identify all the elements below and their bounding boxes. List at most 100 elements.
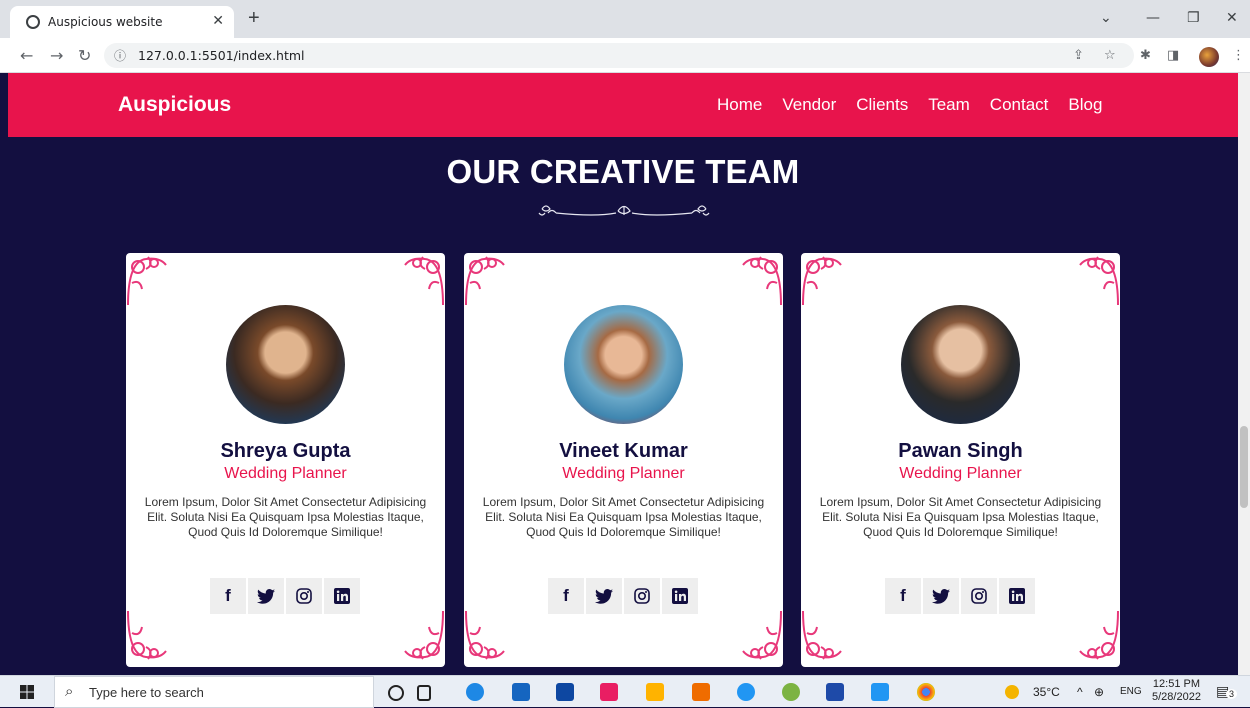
nav-contact[interactable]: Contact — [990, 95, 1049, 115]
url-text[interactable]: 127.0.0.1:5501/index.html — [138, 48, 305, 63]
nav-clients[interactable]: Clients — [856, 95, 908, 115]
share-icon[interactable]: ⇪ — [1073, 48, 1084, 63]
team-card: Shreya Gupta Wedding Planner Lorem Ipsum… — [126, 253, 445, 667]
telegram-icon[interactable] — [737, 683, 755, 701]
cortana-icon[interactable] — [388, 685, 404, 701]
search-placeholder: Type here to search — [89, 685, 204, 700]
linkedin-icon[interactable] — [999, 578, 1035, 614]
instagram-icon[interactable] — [624, 578, 660, 614]
sublime-icon[interactable] — [692, 683, 710, 701]
corner-ornament-icon — [465, 610, 505, 660]
facebook-icon[interactable]: f — [548, 578, 584, 614]
member-description: Lorem Ipsum, Dolor Sit Amet Consectetur … — [819, 495, 1102, 539]
store-icon[interactable] — [512, 683, 530, 701]
facebook-icon[interactable]: f — [210, 578, 246, 614]
twitter-icon[interactable] — [586, 578, 622, 614]
instagram-icon[interactable] — [286, 578, 322, 614]
info-icon[interactable]: ⓘ — [114, 47, 126, 64]
clock-time: 12:51 PM — [1152, 678, 1201, 690]
corner-ornament-icon — [742, 256, 782, 306]
globe-icon — [26, 15, 40, 29]
floral-divider-icon — [538, 205, 710, 216]
windows-start-icon[interactable] — [20, 685, 34, 699]
address-bar[interactable]: ⓘ 127.0.0.1:5501/index.html — [104, 43, 1134, 68]
corner-ornament-icon — [404, 256, 444, 306]
mail-icon[interactable] — [556, 683, 574, 701]
tab-title: Auspicious website — [48, 15, 163, 29]
member-description: Lorem Ipsum, Dolor Sit Amet Consectetur … — [144, 495, 427, 539]
site-header: Auspicious Home Vendor Clients Team Cont… — [8, 73, 1238, 137]
back-button[interactable]: ← — [20, 46, 33, 65]
clock[interactable]: 12:51 PM 5/28/2022 — [1152, 678, 1201, 704]
file-explorer-icon[interactable] — [646, 683, 664, 701]
social-links: f — [548, 578, 698, 614]
profile-photo — [564, 305, 683, 424]
page-viewport: Auspicious Home Vendor Clients Team Cont… — [8, 73, 1238, 675]
linkedin-icon[interactable] — [324, 578, 360, 614]
close-tab-icon[interactable]: ✕ — [212, 13, 224, 29]
task-view-icon[interactable] — [417, 685, 431, 701]
instagram-icon[interactable] — [961, 578, 997, 614]
corner-ornament-icon — [802, 256, 842, 306]
nav-blog[interactable]: Blog — [1068, 95, 1102, 115]
corner-ornament-icon — [1079, 610, 1119, 660]
forward-button[interactable]: → — [50, 46, 63, 65]
member-name: Vineet Kumar — [559, 440, 688, 462]
member-role: Wedding Planner — [224, 465, 347, 482]
taskbar-search[interactable]: ⌕ Type here to search — [54, 676, 374, 708]
weather-temperature[interactable]: 35°C — [1033, 685, 1060, 699]
social-links: f — [885, 578, 1035, 614]
app-icon-2[interactable] — [782, 683, 800, 701]
notification-count: 3 — [1226, 689, 1238, 699]
language-indicator[interactable]: ENG — [1120, 686, 1142, 697]
menu-icon[interactable]: ⋮ — [1232, 48, 1245, 63]
member-description: Lorem Ipsum, Dolor Sit Amet Consectetur … — [482, 495, 765, 539]
chrome-icon[interactable] — [917, 683, 935, 701]
restore-button[interactable]: ❐ — [1187, 10, 1200, 26]
twitter-icon[interactable] — [923, 578, 959, 614]
social-links: f — [210, 578, 360, 614]
reload-button[interactable]: ↻ — [78, 46, 91, 65]
edge-icon[interactable] — [466, 683, 484, 701]
page-scrollbar[interactable] — [1238, 73, 1250, 675]
corner-ornament-icon — [404, 610, 444, 660]
linkedin-icon[interactable] — [662, 578, 698, 614]
member-name: Shreya Gupta — [220, 440, 351, 462]
member-role: Wedding Planner — [562, 465, 685, 482]
tab-search-icon[interactable]: ⌄ — [1100, 10, 1112, 26]
clock-date: 5/28/2022 — [1152, 691, 1201, 703]
corner-ornament-icon — [127, 256, 167, 306]
browser-tab[interactable]: Auspicious website ✕ — [10, 6, 234, 38]
network-icon[interactable]: ⊕ — [1094, 685, 1104, 699]
weather-icon[interactable] — [1005, 685, 1019, 699]
corner-ornament-icon — [127, 610, 167, 660]
main-nav: Home Vendor Clients Team Contact Blog — [717, 95, 1102, 115]
close-window-button[interactable]: ✕ — [1226, 10, 1238, 26]
browser-toolbar: ← → ↻ ⓘ 127.0.0.1:5501/index.html ⇪ ☆ ✱ … — [0, 38, 1250, 73]
nav-home[interactable]: Home — [717, 95, 762, 115]
new-tab-button[interactable]: + — [248, 7, 260, 29]
facebook-icon[interactable]: f — [885, 578, 921, 614]
corner-ornament-icon — [742, 610, 782, 660]
scrollbar-thumb[interactable] — [1240, 426, 1248, 508]
site-logo[interactable]: Auspicious — [118, 93, 231, 117]
minimize-button[interactable]: — — [1146, 10, 1160, 26]
browser-tab-strip: Auspicious website ✕ + ⌄ — ❐ ✕ — [0, 0, 1250, 38]
extensions-icon[interactable]: ✱ — [1140, 48, 1151, 63]
team-card: Vineet Kumar Wedding Planner Lorem Ipsum… — [464, 253, 783, 667]
member-role: Wedding Planner — [899, 465, 1022, 482]
corner-ornament-icon — [465, 256, 505, 306]
profile-avatar[interactable] — [1199, 47, 1219, 67]
nav-team[interactable]: Team — [928, 95, 970, 115]
word-icon[interactable] — [826, 683, 844, 701]
app-icon[interactable] — [600, 683, 618, 701]
vscode-icon[interactable] — [871, 683, 889, 701]
member-name: Pawan Singh — [898, 440, 1023, 462]
twitter-icon[interactable] — [248, 578, 284, 614]
side-panel-icon[interactable]: ◨ — [1167, 48, 1179, 63]
bookmark-star-icon[interactable]: ☆ — [1104, 48, 1116, 63]
chevron-up-icon[interactable]: ^ — [1077, 685, 1083, 699]
profile-photo — [901, 305, 1020, 424]
nav-vendor[interactable]: Vendor — [782, 95, 836, 115]
search-icon: ⌕ — [65, 682, 74, 700]
